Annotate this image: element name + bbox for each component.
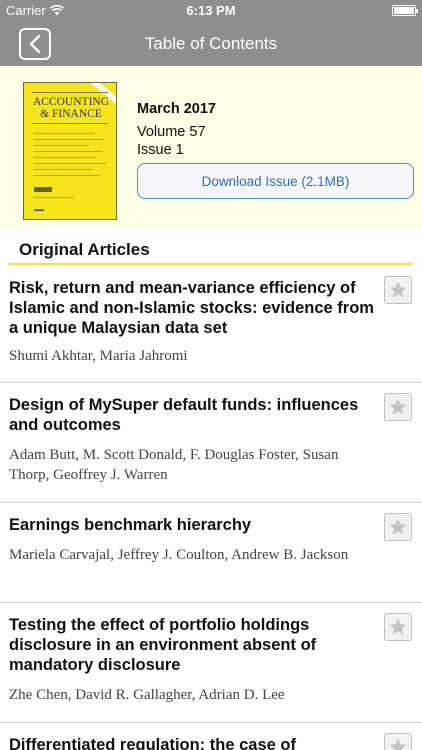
issue-volume: Volume 57: [137, 124, 206, 140]
navigation-bar: Table of Contents: [0, 22, 422, 66]
cover-publisher-mark: ▬▬: [34, 207, 44, 213]
favorite-button[interactable]: [384, 393, 412, 421]
article-authors: Zhe Chen, David R. Gallagher, Adrian D. …: [9, 687, 285, 703]
article-title[interactable]: Earnings benchmark hierarchy: [9, 515, 381, 535]
article-item[interactable]: Earnings benchmark hierarchy Mariela Car…: [0, 503, 422, 603]
star-icon: [389, 618, 407, 635]
status-time: 6:13 PM: [186, 3, 236, 18]
article-title[interactable]: Design of MySuper default funds: influen…: [9, 395, 381, 435]
issue-cover-image[interactable]: ACCOUNTING & FINANCE ▬▬: [23, 82, 117, 220]
article-item[interactable]: Design of MySuper default funds: influen…: [0, 383, 422, 503]
issue-header: ACCOUNTING & FINANCE ▬▬ March 2017 Volum…: [0, 66, 422, 228]
issue-date: March 2017: [137, 101, 216, 117]
article-item[interactable]: Testing the effect of portfolio holdings…: [0, 603, 422, 723]
article-item[interactable]: Differentiated regulation: the case of: [0, 723, 422, 750]
download-issue-button[interactable]: Download Issue (2.1MB): [137, 163, 414, 199]
favorite-button[interactable]: [384, 276, 412, 304]
issue-number: Issue 1: [137, 142, 184, 158]
article-title[interactable]: Risk, return and mean-variance efficienc…: [9, 278, 381, 338]
section-header: Original Articles: [0, 228, 422, 266]
section-title: Original Articles: [19, 240, 150, 259]
article-authors: Mariela Carvajal, Jeffrey J. Coulton, An…: [9, 547, 349, 563]
star-icon: [389, 518, 407, 535]
page-title: Table of Contents: [144, 34, 278, 53]
article-title[interactable]: Differentiated regulation: the case of: [9, 735, 381, 750]
status-bar: Carrier 6:13 PM: [0, 0, 422, 22]
star-icon: [389, 281, 407, 298]
favorite-button[interactable]: [384, 513, 412, 541]
cover-logo: [34, 187, 52, 192]
article-authors: Shumi Akhtar, Maria Jahromi: [9, 348, 188, 364]
star-icon: [389, 398, 407, 415]
section-divider: [8, 263, 412, 265]
star-icon: [389, 738, 407, 750]
article-authors: Adam Butt, M. Scott Donald, F. Douglas F…: [9, 447, 339, 483]
favorite-button[interactable]: [384, 613, 412, 641]
cover-title: ACCOUNTING & FINANCE: [32, 96, 110, 120]
favorite-button[interactable]: [384, 733, 412, 750]
article-item[interactable]: Risk, return and mean-variance efficienc…: [0, 266, 422, 383]
article-title[interactable]: Testing the effect of portfolio holdings…: [9, 615, 381, 675]
battery-icon: [392, 5, 418, 16]
